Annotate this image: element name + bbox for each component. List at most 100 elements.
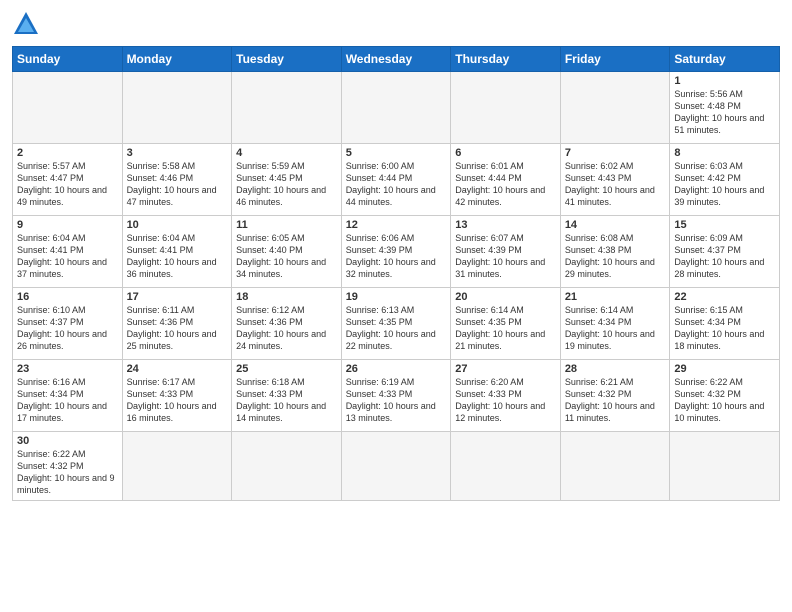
cell-info: Sunrise: 5:57 AMSunset: 4:47 PMDaylight:…	[17, 160, 118, 209]
calendar-cell: 25Sunrise: 6:18 AMSunset: 4:33 PMDayligh…	[232, 360, 342, 432]
day-number: 6	[455, 147, 556, 159]
day-number: 19	[346, 291, 447, 303]
cell-info: Sunrise: 5:58 AMSunset: 4:46 PMDaylight:…	[127, 160, 228, 209]
calendar-cell: 3Sunrise: 5:58 AMSunset: 4:46 PMDaylight…	[122, 144, 232, 216]
calendar-cell: 4Sunrise: 5:59 AMSunset: 4:45 PMDaylight…	[232, 144, 342, 216]
cell-info: Sunrise: 6:13 AMSunset: 4:35 PMDaylight:…	[346, 304, 447, 353]
day-number: 2	[17, 147, 118, 159]
calendar-cell: 29Sunrise: 6:22 AMSunset: 4:32 PMDayligh…	[670, 360, 780, 432]
calendar-cell: 6Sunrise: 6:01 AMSunset: 4:44 PMDaylight…	[451, 144, 561, 216]
day-number: 14	[565, 219, 666, 231]
cell-info: Sunrise: 6:14 AMSunset: 4:34 PMDaylight:…	[565, 304, 666, 353]
day-number: 3	[127, 147, 228, 159]
day-number: 23	[17, 363, 118, 375]
cell-info: Sunrise: 6:00 AMSunset: 4:44 PMDaylight:…	[346, 160, 447, 209]
calendar-cell: 9Sunrise: 6:04 AMSunset: 4:41 PMDaylight…	[13, 216, 123, 288]
weekday-header-friday: Friday	[560, 47, 670, 72]
cell-info: Sunrise: 6:03 AMSunset: 4:42 PMDaylight:…	[674, 160, 775, 209]
calendar-cell: 28Sunrise: 6:21 AMSunset: 4:32 PMDayligh…	[560, 360, 670, 432]
weekday-header-tuesday: Tuesday	[232, 47, 342, 72]
calendar-cell	[451, 432, 561, 501]
calendar-cell	[122, 432, 232, 501]
weekday-header-saturday: Saturday	[670, 47, 780, 72]
calendar-cell	[232, 72, 342, 144]
calendar-cell: 18Sunrise: 6:12 AMSunset: 4:36 PMDayligh…	[232, 288, 342, 360]
page: SundayMondayTuesdayWednesdayThursdayFrid…	[0, 0, 792, 612]
calendar-cell: 13Sunrise: 6:07 AMSunset: 4:39 PMDayligh…	[451, 216, 561, 288]
cell-info: Sunrise: 6:09 AMSunset: 4:37 PMDaylight:…	[674, 232, 775, 281]
header	[12, 10, 780, 38]
day-number: 27	[455, 363, 556, 375]
calendar-cell	[232, 432, 342, 501]
calendar-cell: 8Sunrise: 6:03 AMSunset: 4:42 PMDaylight…	[670, 144, 780, 216]
calendar-cell	[122, 72, 232, 144]
weekday-header-thursday: Thursday	[451, 47, 561, 72]
day-number: 13	[455, 219, 556, 231]
day-number: 15	[674, 219, 775, 231]
calendar-cell: 10Sunrise: 6:04 AMSunset: 4:41 PMDayligh…	[122, 216, 232, 288]
week-row-6: 30Sunrise: 6:22 AMSunset: 4:32 PMDayligh…	[13, 432, 780, 501]
day-number: 29	[674, 363, 775, 375]
calendar-cell: 2Sunrise: 5:57 AMSunset: 4:47 PMDaylight…	[13, 144, 123, 216]
calendar-cell: 15Sunrise: 6:09 AMSunset: 4:37 PMDayligh…	[670, 216, 780, 288]
cell-info: Sunrise: 5:59 AMSunset: 4:45 PMDaylight:…	[236, 160, 337, 209]
calendar-cell: 26Sunrise: 6:19 AMSunset: 4:33 PMDayligh…	[341, 360, 451, 432]
weekday-header-row: SundayMondayTuesdayWednesdayThursdayFrid…	[13, 47, 780, 72]
day-number: 26	[346, 363, 447, 375]
calendar-cell: 17Sunrise: 6:11 AMSunset: 4:36 PMDayligh…	[122, 288, 232, 360]
calendar: SundayMondayTuesdayWednesdayThursdayFrid…	[12, 46, 780, 501]
day-number: 21	[565, 291, 666, 303]
calendar-cell: 27Sunrise: 6:20 AMSunset: 4:33 PMDayligh…	[451, 360, 561, 432]
day-number: 24	[127, 363, 228, 375]
calendar-cell: 1Sunrise: 5:56 AMSunset: 4:48 PMDaylight…	[670, 72, 780, 144]
calendar-cell: 24Sunrise: 6:17 AMSunset: 4:33 PMDayligh…	[122, 360, 232, 432]
logo	[12, 10, 44, 38]
weekday-header-wednesday: Wednesday	[341, 47, 451, 72]
calendar-cell: 30Sunrise: 6:22 AMSunset: 4:32 PMDayligh…	[13, 432, 123, 501]
day-number: 16	[17, 291, 118, 303]
calendar-cell: 11Sunrise: 6:05 AMSunset: 4:40 PMDayligh…	[232, 216, 342, 288]
cell-info: Sunrise: 6:01 AMSunset: 4:44 PMDaylight:…	[455, 160, 556, 209]
cell-info: Sunrise: 6:04 AMSunset: 4:41 PMDaylight:…	[127, 232, 228, 281]
week-row-3: 9Sunrise: 6:04 AMSunset: 4:41 PMDaylight…	[13, 216, 780, 288]
weekday-header-monday: Monday	[122, 47, 232, 72]
cell-info: Sunrise: 6:04 AMSunset: 4:41 PMDaylight:…	[17, 232, 118, 281]
calendar-cell	[560, 432, 670, 501]
day-number: 12	[346, 219, 447, 231]
cell-info: Sunrise: 6:14 AMSunset: 4:35 PMDaylight:…	[455, 304, 556, 353]
calendar-cell	[670, 432, 780, 501]
cell-info: Sunrise: 6:12 AMSunset: 4:36 PMDaylight:…	[236, 304, 337, 353]
weekday-header-sunday: Sunday	[13, 47, 123, 72]
day-number: 28	[565, 363, 666, 375]
cell-info: Sunrise: 6:16 AMSunset: 4:34 PMDaylight:…	[17, 376, 118, 425]
cell-info: Sunrise: 6:19 AMSunset: 4:33 PMDaylight:…	[346, 376, 447, 425]
calendar-cell: 23Sunrise: 6:16 AMSunset: 4:34 PMDayligh…	[13, 360, 123, 432]
cell-info: Sunrise: 6:08 AMSunset: 4:38 PMDaylight:…	[565, 232, 666, 281]
cell-info: Sunrise: 6:21 AMSunset: 4:32 PMDaylight:…	[565, 376, 666, 425]
week-row-5: 23Sunrise: 6:16 AMSunset: 4:34 PMDayligh…	[13, 360, 780, 432]
day-number: 8	[674, 147, 775, 159]
week-row-1: 1Sunrise: 5:56 AMSunset: 4:48 PMDaylight…	[13, 72, 780, 144]
cell-info: Sunrise: 6:11 AMSunset: 4:36 PMDaylight:…	[127, 304, 228, 353]
cell-info: Sunrise: 6:22 AMSunset: 4:32 PMDaylight:…	[17, 448, 118, 497]
calendar-cell: 5Sunrise: 6:00 AMSunset: 4:44 PMDaylight…	[341, 144, 451, 216]
cell-info: Sunrise: 6:20 AMSunset: 4:33 PMDaylight:…	[455, 376, 556, 425]
calendar-cell: 22Sunrise: 6:15 AMSunset: 4:34 PMDayligh…	[670, 288, 780, 360]
day-number: 10	[127, 219, 228, 231]
calendar-cell: 21Sunrise: 6:14 AMSunset: 4:34 PMDayligh…	[560, 288, 670, 360]
day-number: 11	[236, 219, 337, 231]
cell-info: Sunrise: 6:07 AMSunset: 4:39 PMDaylight:…	[455, 232, 556, 281]
cell-info: Sunrise: 6:10 AMSunset: 4:37 PMDaylight:…	[17, 304, 118, 353]
cell-info: Sunrise: 6:06 AMSunset: 4:39 PMDaylight:…	[346, 232, 447, 281]
cell-info: Sunrise: 6:02 AMSunset: 4:43 PMDaylight:…	[565, 160, 666, 209]
cell-info: Sunrise: 6:17 AMSunset: 4:33 PMDaylight:…	[127, 376, 228, 425]
day-number: 18	[236, 291, 337, 303]
day-number: 30	[17, 435, 118, 447]
day-number: 25	[236, 363, 337, 375]
calendar-cell	[341, 72, 451, 144]
calendar-cell	[13, 72, 123, 144]
calendar-cell	[341, 432, 451, 501]
cell-info: Sunrise: 6:15 AMSunset: 4:34 PMDaylight:…	[674, 304, 775, 353]
calendar-cell: 20Sunrise: 6:14 AMSunset: 4:35 PMDayligh…	[451, 288, 561, 360]
calendar-cell: 7Sunrise: 6:02 AMSunset: 4:43 PMDaylight…	[560, 144, 670, 216]
